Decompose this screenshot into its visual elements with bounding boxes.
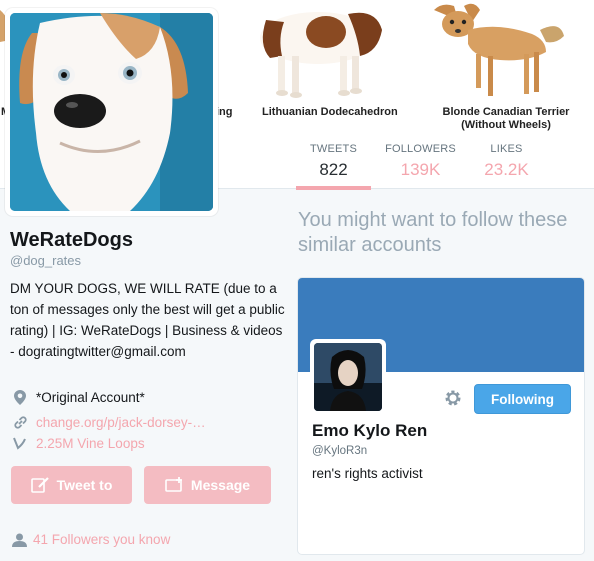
gear-icon[interactable] — [443, 388, 463, 408]
following-button[interactable]: Following — [474, 384, 571, 414]
stat-followers[interactable]: FOLLOWERS 139K — [383, 133, 458, 189]
card-avatar[interactable] — [310, 339, 386, 415]
stat-tweets[interactable]: TWEETS 822 — [296, 133, 371, 190]
profile-avatar[interactable] — [5, 8, 218, 216]
profile-handle[interactable]: @dog_rates — [10, 253, 81, 268]
profile-bio: DM YOUR DOGS, WE WILL RATE (due to a ton… — [10, 281, 285, 359]
followers-you-know[interactable]: 41 Followers you know — [12, 532, 170, 547]
location-text: *Original Account* — [36, 389, 145, 405]
banner-dog-spaniel — [260, 12, 382, 98]
vine-text[interactable]: 2.25M Vine Loops — [36, 436, 145, 451]
map-pin-icon — [12, 389, 28, 405]
followers-you-know-text[interactable]: 41 Followers you know — [33, 532, 170, 547]
tweet-to-button[interactable]: Tweet to — [11, 466, 132, 504]
banner-label-fragment: ing — [216, 106, 233, 118]
person-icon — [12, 533, 27, 547]
link-icon — [12, 414, 28, 430]
banner-label-blonde-terrier: Blonde Canadian Terrier (Without Wheels) — [442, 106, 570, 131]
vine-icon — [12, 435, 28, 451]
stat-tweets-label: TWEETS — [309, 143, 358, 155]
card-account-bio: ren's rights activist — [312, 466, 423, 481]
dog-photo — [10, 13, 213, 211]
who-to-follow-title: You might want to follow these similar a… — [298, 209, 568, 256]
profile-name: WeRateDogs — [10, 229, 133, 251]
stat-followers-value: 139K — [400, 160, 441, 179]
banner-dog-chihuahua — [434, 3, 564, 96]
profile-link[interactable]: change.org/p/jack-dorsey-… — [12, 414, 206, 430]
banner-label-lithuanian: Lithuanian Dodecahedron — [262, 106, 398, 118]
stat-followers-label: FOLLOWERS — [385, 143, 456, 155]
message-icon — [165, 476, 185, 494]
stat-likes[interactable]: LIKES 23.2K — [474, 133, 539, 189]
stat-likes-value: 23.2K — [484, 160, 529, 179]
profile-location: *Original Account* — [12, 389, 145, 405]
stat-tweets-value: 822 — [319, 160, 348, 179]
profile-vine[interactable]: 2.25M Vine Loops — [12, 435, 145, 451]
card-account-handle[interactable]: @KyloR3n — [312, 445, 367, 457]
suggested-account-card[interactable]: Following Emo Kylo Ren @KyloR3n ren's ri… — [297, 277, 585, 555]
stat-likes-label: LIKES — [490, 143, 523, 155]
link-text[interactable]: change.org/p/jack-dorsey-… — [36, 415, 206, 430]
message-label: Message — [190, 477, 251, 493]
card-account-name[interactable]: Emo Kylo Ren — [312, 421, 427, 441]
tweet-to-label: Tweet to — [56, 477, 113, 493]
compose-icon — [30, 476, 51, 494]
kylo-photo — [314, 343, 382, 411]
message-button[interactable]: Message — [144, 466, 271, 504]
